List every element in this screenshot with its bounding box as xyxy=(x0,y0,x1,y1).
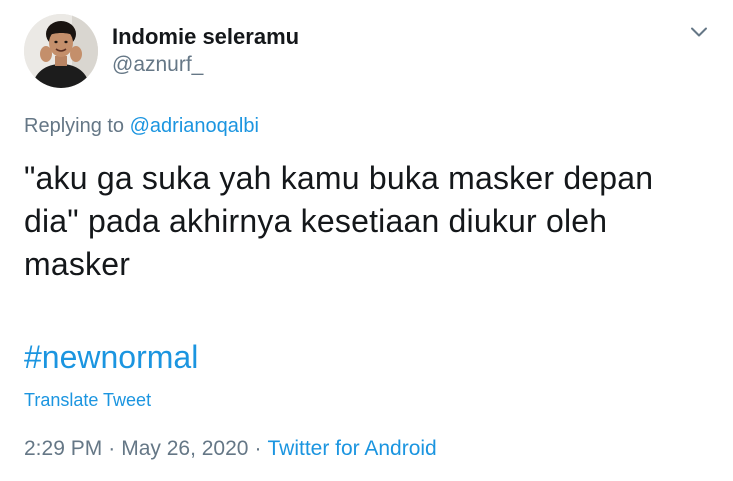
user-avatar-icon xyxy=(24,14,98,88)
replying-prefix: Replying to xyxy=(24,115,125,137)
tweet-meta: 2:29 PM · May 26, 2020 · Twitter for Android xyxy=(24,435,437,463)
user-handle[interactable]: @aznurf_ xyxy=(112,51,299,79)
tweet-menu-button[interactable] xyxy=(685,18,713,46)
replying-to: Replying to @adrianoqalbi xyxy=(24,112,259,140)
tweet-header: Indomie seleramu @aznurf_ xyxy=(24,14,713,88)
tweet-time[interactable]: 2:29 PM xyxy=(24,437,102,460)
meta-separator: · xyxy=(108,437,116,460)
tweet-source-link[interactable]: Twitter for Android xyxy=(267,437,436,460)
avatar[interactable] xyxy=(24,14,98,88)
reply-target-link[interactable]: @adrianoqalbi xyxy=(130,115,259,137)
hashtag-link[interactable]: #newnormal xyxy=(24,336,198,379)
tweet-text: "aku ga suka yah kamu buka masker depan … xyxy=(24,160,654,282)
tweet-date[interactable]: May 26, 2020 xyxy=(121,437,248,460)
display-name[interactable]: Indomie seleramu xyxy=(112,24,299,50)
chevron-down-icon xyxy=(691,27,707,37)
meta-separator: · xyxy=(254,437,262,460)
translate-tweet-link[interactable]: Translate Tweet xyxy=(24,388,151,412)
tweet-card: Indomie seleramu @aznurf_ Replying to @a… xyxy=(0,0,733,481)
author-names: Indomie seleramu @aznurf_ xyxy=(112,24,299,79)
